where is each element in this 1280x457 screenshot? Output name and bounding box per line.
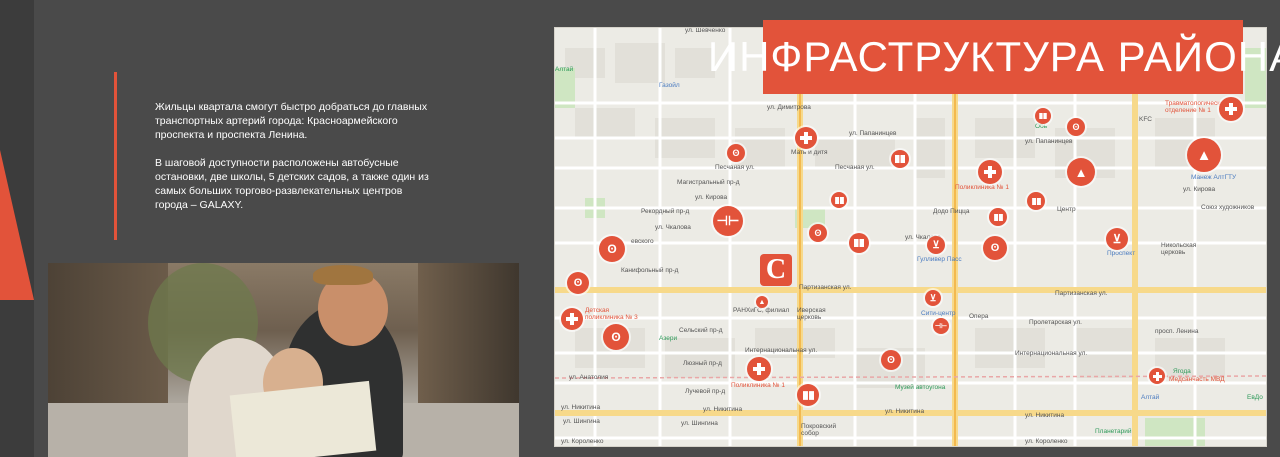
map-label-shingina-2: ул. Шингина: [681, 420, 718, 427]
map-label-mat-i-ditya: Мать и дитя: [791, 149, 828, 156]
map-label-tsentr: Центр: [1057, 206, 1076, 213]
hospital-icon[interactable]: [795, 127, 817, 149]
kindergarten-icon[interactable]: ʘ: [809, 224, 827, 242]
map-label-luchevoy: Лучевой пр-д: [685, 388, 726, 395]
map-label-planetary: Планетарий: [1095, 428, 1132, 435]
hospital-icon[interactable]: [561, 308, 583, 330]
hospital-icon[interactable]: [1149, 368, 1165, 384]
map-label-proletarskaya: Пролетарская ул.: [1029, 319, 1082, 326]
map-label-kfc: KFC: [1139, 116, 1152, 123]
map-label-iverskaya: Иверская церковь: [797, 307, 826, 321]
map-label-poliklinika-top: Поликлиника № 1: [955, 184, 1009, 191]
book-icon[interactable]: [849, 233, 869, 253]
map-label-partizanskaya-1: Партизанская ул.: [799, 284, 852, 291]
family-photo: [48, 263, 519, 457]
graduation-cap-icon[interactable]: ▲: [1067, 158, 1095, 186]
book-icon[interactable]: [1027, 192, 1045, 210]
map-label-nikitina-2: ул. Никитина: [703, 406, 743, 413]
map-label-papanintsev: ул. Папанинцев: [849, 130, 897, 137]
hospital-icon[interactable]: [747, 357, 771, 381]
kindergarten-icon[interactable]: ʘ: [603, 324, 629, 350]
map-label-azeri: Азери: [659, 335, 678, 342]
description-paragraph-1: Жильцы квартала смогут быстро добраться …: [155, 101, 428, 141]
map-label-prosp-lenina: просп. Ленина: [1155, 328, 1199, 335]
map-label-nikitina-1: ул. Никитина: [561, 404, 601, 411]
page-title: ИНФРАСТРУКТУРА РАЙОНА: [707, 33, 1280, 80]
book-icon[interactable]: [989, 208, 1007, 226]
kindergarten-icon[interactable]: ʘ: [1067, 118, 1085, 136]
shopping-cart-icon[interactable]: ⊻: [927, 236, 945, 254]
book-icon[interactable]: [797, 384, 819, 406]
map-label-poliklinika-1: Поликлиника № 1: [731, 382, 785, 389]
shopping-cart-icon[interactable]: ⊻: [925, 290, 941, 306]
kindergarten-icon[interactable]: ʘ: [727, 144, 745, 162]
map-label-yagoda: Ягода: [1173, 368, 1191, 375]
map-label-papanintsev-2: ул. Папанинцев: [1025, 138, 1073, 145]
map-label-lyuzhny: Люзный пр-д: [683, 360, 722, 367]
map-label-dimitrova: ул. Димитрова: [767, 104, 811, 111]
map-label-soyuz: Союз художников: [1201, 204, 1255, 211]
map-label-rekordny: Рекордный пр-д: [641, 208, 690, 215]
graduation-cap-icon[interactable]: ▲: [1187, 138, 1221, 172]
book-icon[interactable]: [891, 150, 909, 168]
map-label-magistralny: Магистральный пр-д: [677, 179, 740, 186]
map-label-kirova-1: ул. Кирова: [695, 194, 728, 201]
map-label-anatolia: ул. Анатолия: [569, 374, 609, 381]
hospital-icon[interactable]: [1219, 97, 1243, 121]
map-label-manezh: Манеж АлтГТУ: [1191, 174, 1237, 181]
map-label-selsky: Сельский пр-д: [679, 327, 723, 334]
graduation-cap-icon[interactable]: ▲: [756, 296, 768, 308]
map-label-detskaya-poliklinika: Детская поликлиника № 3: [585, 307, 638, 321]
dumbbell-icon[interactable]: ⊣⊢: [933, 318, 949, 334]
project-logo: С: [760, 254, 792, 286]
map-label-pokrovsky: Покровский собор: [801, 423, 837, 437]
description-paragraph-2: В шаговой доступности расположены автобу…: [155, 157, 429, 211]
map-label-internatsionalnaya-2: Интернациональная ул.: [1015, 350, 1088, 357]
map-label-altai-2: Алтай: [1141, 394, 1160, 401]
map-label-shingina: ул. Шингина: [563, 418, 600, 425]
map-label-nikitina-4: ул. Никитина: [1025, 412, 1065, 419]
map-label-ed: ЕвДо: [1247, 394, 1263, 401]
map-label-kirova-2: ул. Кирова: [1183, 186, 1216, 193]
kindergarten-icon[interactable]: ʘ: [881, 350, 901, 370]
map-label-gulliver: Гулливер Пасс: [917, 256, 962, 263]
map-label-pesochnaya-1: Песчаная ул.: [715, 164, 755, 171]
description: Жильцы квартала смогут быстро добраться …: [155, 100, 435, 212]
map-label-opera: Опера: [969, 313, 989, 320]
map-label-ob: Обь: [1035, 123, 1048, 130]
title-banner: ИНФРАСТРУКТУРА РАЙОНА: [708, 20, 1280, 94]
map-label-muzey: Музей автоугона: [895, 384, 946, 391]
map-label-medsanchast: Медсанчасть МВД: [1169, 376, 1225, 383]
kindergarten-icon[interactable]: ʘ: [567, 272, 589, 294]
map-label-kanifolny: Канифольный пр-д: [621, 267, 679, 274]
hospital-icon[interactable]: [978, 160, 1002, 184]
map-label-partizanskaya-2: Партизанская ул.: [1055, 290, 1108, 297]
map-label-korolenko-1: ул. Короленко: [561, 438, 604, 445]
map-label-prospekt: Проспект: [1107, 250, 1136, 257]
text-accent-line: [114, 72, 117, 240]
shopping-cart-icon[interactable]: ⊻: [1106, 228, 1128, 250]
map-label-internatsionalnaya-1: Интернациональная ул.: [745, 347, 818, 354]
kindergarten-icon[interactable]: ʘ: [599, 236, 625, 262]
map-label-altai: Алтай: [555, 66, 574, 73]
dumbbell-icon[interactable]: ⊣⊢: [713, 206, 743, 236]
map-label-nikitina-3: ул. Никитина: [885, 408, 925, 415]
map-label-nikolskaya: Никольская церковь: [1161, 242, 1197, 256]
map-label-pesochnaya-2: Песчаная ул.: [835, 164, 875, 171]
map-label-korolenko-2: ул. Короленко: [1025, 438, 1068, 445]
map-label-gazoil: Газойл: [659, 82, 680, 89]
map-label-chkalova-1: ул. Чкалова: [655, 224, 691, 231]
book-icon[interactable]: [1035, 108, 1051, 124]
kindergarten-icon[interactable]: ʘ: [983, 236, 1007, 260]
map-label-dodo: Додо Пицца: [933, 208, 970, 215]
map-label-ranhigs: РАНХиГС, филиал: [733, 307, 790, 314]
map-label-evskogo: евского: [631, 238, 654, 245]
book-icon[interactable]: [831, 192, 847, 208]
map-label-siti-centr: Сити-центр: [921, 310, 956, 317]
left-red-triangle: [0, 150, 34, 300]
